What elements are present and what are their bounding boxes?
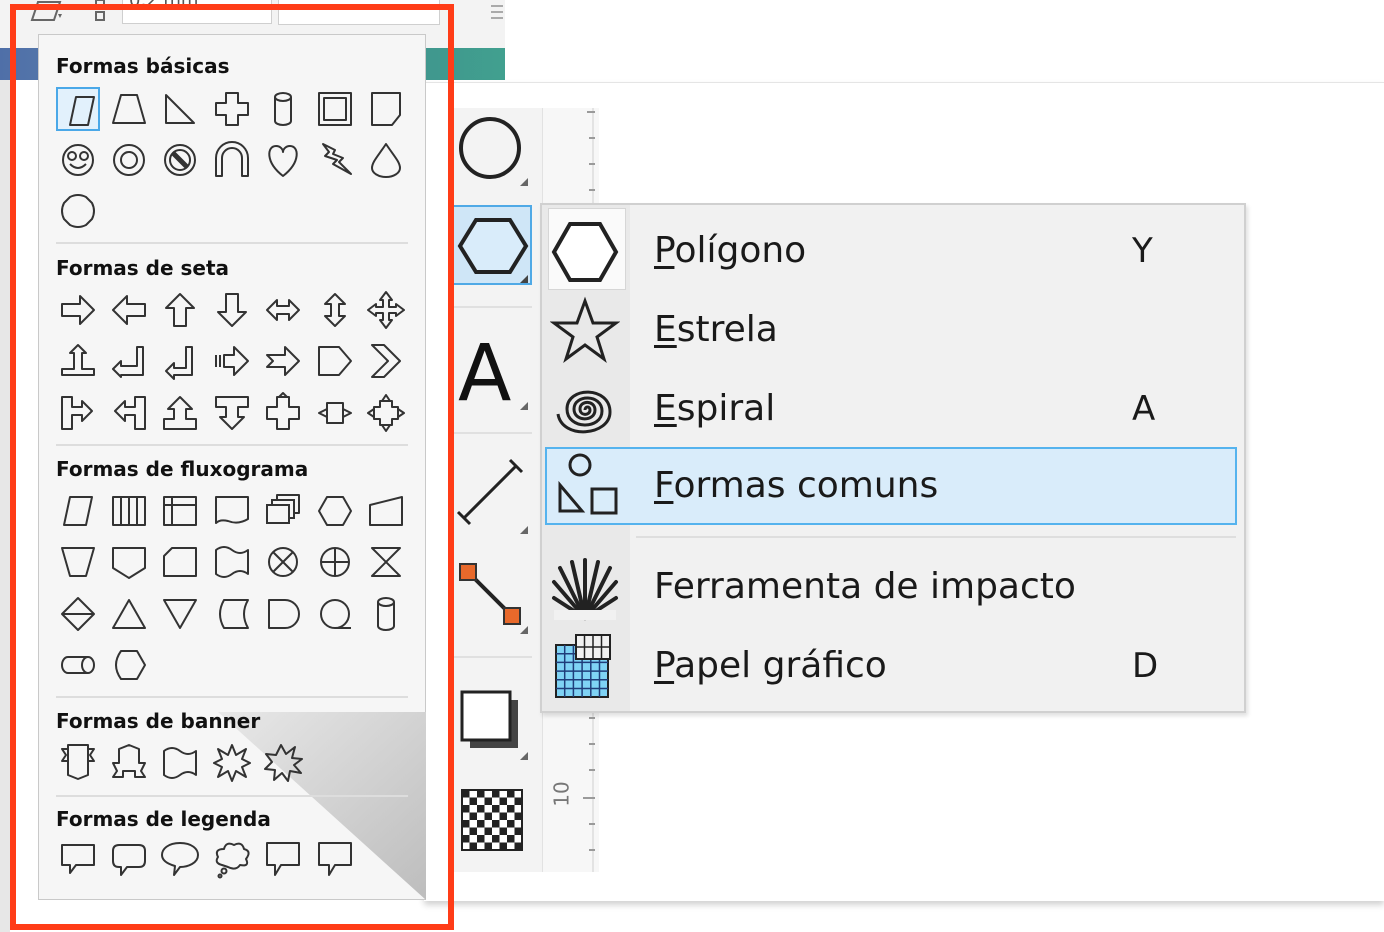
- left-edge: [0, 80, 10, 932]
- menu-item-spiral[interactable]: Espiral A: [542, 370, 1244, 448]
- connector-tool[interactable]: [452, 556, 532, 636]
- menu-item-label: strela: [676, 309, 778, 350]
- menu-item-label: apel gráfico: [674, 645, 887, 686]
- drop-shadow-tool[interactable]: [452, 682, 532, 762]
- mnemonic: P: [654, 230, 675, 271]
- tool-separator: [452, 306, 532, 308]
- dimension-tool[interactable]: [452, 456, 532, 536]
- highlight-frame: [10, 4, 454, 930]
- menu-item-label: Ferramenta de impacto: [654, 566, 1076, 607]
- menu-icon[interactable]: [490, 2, 504, 22]
- menu-item-star[interactable]: Estrela: [542, 291, 1244, 369]
- transparency-tool[interactable]: [452, 782, 532, 862]
- menu-item-label: olígono: [674, 230, 807, 271]
- ellipse-tool[interactable]: [452, 110, 532, 190]
- text-tool[interactable]: A: [452, 326, 532, 410]
- menu-shortcut: D: [1132, 646, 1159, 686]
- menu-item-common-shapes[interactable]: Formas comuns: [545, 447, 1237, 525]
- polygon-tool[interactable]: [452, 205, 532, 285]
- common-shapes-icon: [552, 451, 622, 521]
- menu-item-label: ormas comuns: [673, 465, 939, 506]
- menu-shortcut: Y: [1132, 231, 1153, 271]
- menu-shortcut: A: [1132, 389, 1156, 429]
- graph-paper-icon: [550, 631, 620, 701]
- mnemonic: E: [654, 309, 677, 350]
- mnemonic: F: [654, 465, 674, 506]
- star-icon: [549, 295, 621, 365]
- menu-item-impact-tool[interactable]: Ferramenta de impacto: [542, 548, 1244, 626]
- polygon-icon: [550, 216, 620, 286]
- impact-tool-icon: [550, 552, 620, 622]
- svg-text:A: A: [458, 329, 511, 410]
- spiral-icon: [550, 374, 620, 444]
- tool-separator: [452, 432, 532, 434]
- menu-item-polygon[interactable]: Polígono Y: [542, 212, 1244, 290]
- mnemonic: P: [654, 645, 675, 686]
- mnemonic: E: [654, 388, 677, 429]
- menu-item-label: spiral: [676, 388, 776, 429]
- tool-separator: [452, 656, 532, 658]
- menu-item-graph-paper[interactable]: Papel gráfico D: [542, 627, 1244, 705]
- menu-separator: [636, 536, 1236, 538]
- ruler-mark: 10: [549, 781, 574, 807]
